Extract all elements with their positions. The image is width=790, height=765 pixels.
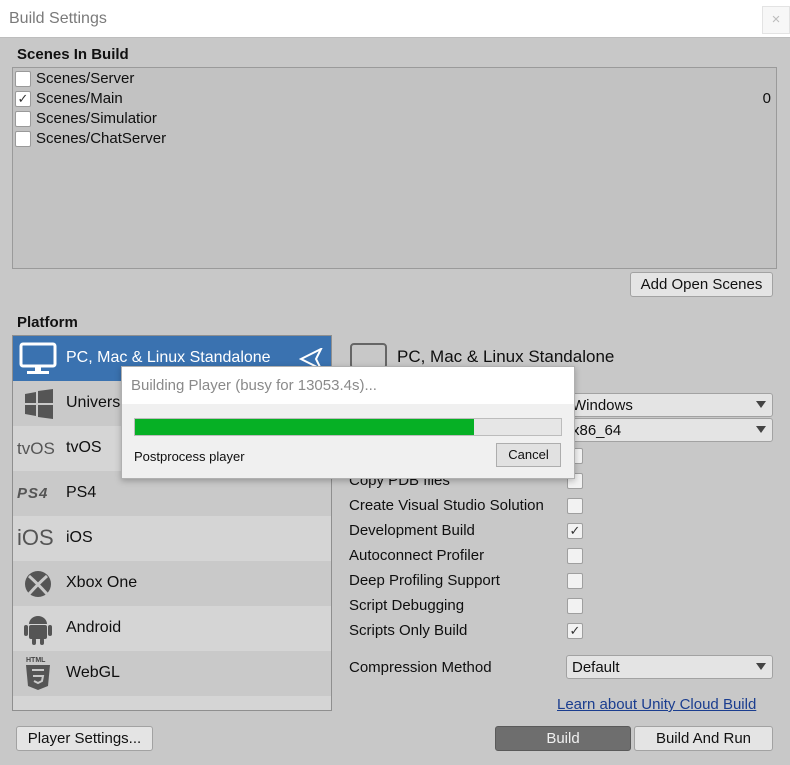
title-bar: Build Settings × bbox=[0, 0, 790, 38]
option-label: Deep Profiling Support bbox=[349, 572, 500, 589]
option-label: Create Visual Studio Solution bbox=[349, 497, 544, 514]
check-icon: ✓ bbox=[569, 523, 581, 538]
scene-row[interactable]: ✓ Scenes/Main 0 bbox=[15, 89, 775, 109]
scene-checkbox[interactable] bbox=[15, 71, 31, 87]
scene-name: Scenes/Main bbox=[36, 90, 123, 107]
progress-fill bbox=[135, 419, 474, 435]
architecture-dropdown[interactable]: x86_64 bbox=[566, 418, 773, 442]
create-vs-solution-checkbox[interactable] bbox=[567, 498, 583, 514]
scene-name: Scenes/Simulatior bbox=[36, 110, 157, 127]
platform-heading: Platform bbox=[17, 314, 78, 331]
platform-label: PS4 bbox=[66, 484, 97, 501]
ps4-icon: PS4 bbox=[17, 485, 49, 502]
scene-checkbox[interactable] bbox=[15, 131, 31, 147]
autoconnect-profiler-checkbox[interactable] bbox=[567, 548, 583, 564]
platform-label: Xbox One bbox=[66, 574, 138, 591]
scenes-heading: Scenes In Build bbox=[17, 46, 129, 63]
monitor-icon bbox=[17, 342, 59, 376]
settings-title: PC, Mac & Linux Standalone bbox=[397, 347, 615, 366]
unity-cloud-build-link[interactable]: Learn about Unity Cloud Build bbox=[557, 696, 756, 713]
window-title: Build Settings bbox=[9, 10, 107, 27]
scenes-list[interactable]: Scenes/Server ✓ Scenes/Main 0 Scenes/Sim… bbox=[12, 67, 777, 269]
platform-item-android[interactable]: Android bbox=[13, 606, 331, 651]
close-button[interactable]: × bbox=[762, 6, 790, 34]
platform-label: iOS bbox=[66, 529, 93, 546]
progress-bar bbox=[134, 418, 562, 436]
player-settings-button[interactable]: Player Settings... bbox=[16, 726, 153, 751]
platform-item-webgl[interactable]: HTML WebGL bbox=[13, 651, 331, 696]
scene-row[interactable]: Scenes/ChatServer bbox=[15, 129, 775, 149]
scene-row[interactable]: Scenes/Server bbox=[15, 69, 775, 89]
check-icon: ✓ bbox=[569, 623, 581, 638]
dialog-title-bar: Building Player (busy for 13053.4s)... bbox=[122, 367, 574, 404]
scripts-only-build-checkbox[interactable]: ✓ bbox=[567, 623, 583, 639]
dropdown-value: Windows bbox=[572, 397, 633, 414]
dropdown-value: Default bbox=[572, 659, 620, 676]
scene-checkbox[interactable] bbox=[15, 111, 31, 127]
dialog-title: Building Player (busy for 13053.4s)... bbox=[131, 377, 377, 394]
dropdown-value: x86_64 bbox=[572, 422, 622, 439]
platform-item-xbox[interactable]: Xbox One bbox=[13, 561, 331, 606]
chevron-down-icon bbox=[756, 401, 766, 408]
ios-icon: iOS bbox=[17, 525, 54, 550]
scene-row[interactable]: Scenes/Simulatior bbox=[15, 109, 775, 129]
android-icon bbox=[17, 612, 59, 646]
scene-index: 0 bbox=[762, 90, 771, 107]
xbox-icon bbox=[17, 567, 59, 601]
progress-status: Postprocess player bbox=[134, 449, 245, 464]
building-progress-dialog: Building Player (busy for 13053.4s)... P… bbox=[121, 366, 575, 479]
chevron-down-icon bbox=[756, 426, 766, 433]
target-platform-dropdown[interactable]: Windows bbox=[566, 393, 773, 417]
build-and-run-button[interactable]: Build And Run bbox=[634, 726, 773, 751]
scene-checkbox[interactable]: ✓ bbox=[15, 91, 31, 107]
check-icon: ✓ bbox=[17, 91, 29, 106]
platform-item-ios[interactable]: iOS iOS bbox=[13, 516, 331, 561]
option-label: Development Build bbox=[349, 522, 475, 539]
windows-logo-icon bbox=[17, 387, 59, 421]
add-open-scenes-button[interactable]: Add Open Scenes bbox=[630, 272, 773, 297]
development-build-checkbox[interactable]: ✓ bbox=[567, 523, 583, 539]
platform-label: Android bbox=[66, 619, 122, 636]
close-icon: × bbox=[771, 11, 781, 28]
deep-profiling-checkbox[interactable] bbox=[567, 573, 583, 589]
chevron-down-icon bbox=[756, 663, 766, 670]
html5-icon: HTML bbox=[17, 657, 59, 691]
compression-label: Compression Method bbox=[349, 659, 492, 676]
compression-dropdown[interactable]: Default bbox=[566, 655, 773, 679]
platform-label: tvOS bbox=[66, 439, 102, 456]
option-label: Scripts Only Build bbox=[349, 622, 468, 639]
scene-name: Scenes/Server bbox=[36, 70, 135, 87]
build-button[interactable]: Build bbox=[495, 726, 631, 751]
tvos-icon: tvOS bbox=[17, 439, 55, 458]
cancel-button[interactable]: Cancel bbox=[496, 443, 561, 467]
scene-name: Scenes/ChatServer bbox=[36, 130, 167, 147]
option-label: Autoconnect Profiler bbox=[349, 547, 485, 564]
platform-label: WebGL bbox=[66, 664, 120, 681]
option-label: Script Debugging bbox=[349, 597, 465, 614]
platform-label: PC, Mac & Linux Standalone bbox=[66, 349, 271, 366]
script-debugging-checkbox[interactable] bbox=[567, 598, 583, 614]
